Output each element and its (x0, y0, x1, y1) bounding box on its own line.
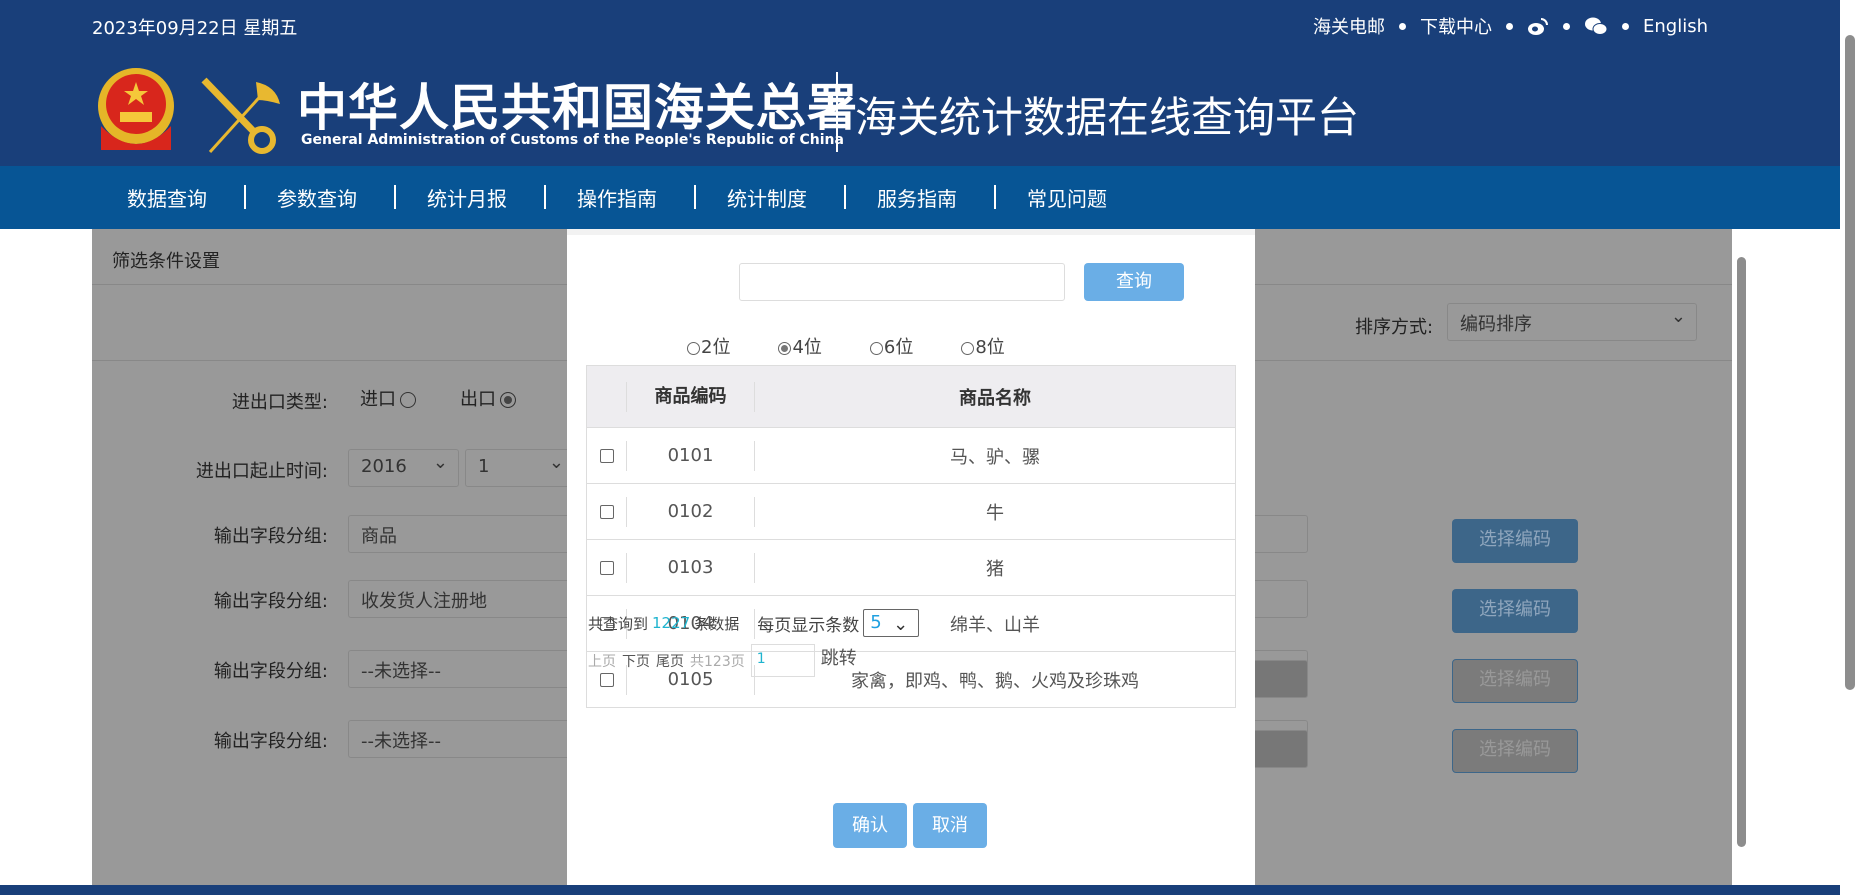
select-code-button-3[interactable]: 选择编码 (1452, 659, 1578, 703)
select-code-button-2[interactable]: 选择编码 (1452, 589, 1578, 633)
pagination: 上页 下页 尾页 共123页 1 跳转 (588, 644, 857, 677)
cancel-button[interactable]: 取消 (913, 803, 987, 848)
sort-label: 排序方式: (1355, 317, 1434, 338)
table-row[interactable]: 0101 马、驴、骡 (587, 427, 1235, 483)
nav-service-guide[interactable]: 服务指南 (877, 183, 1027, 212)
weibo-icon[interactable] (1527, 16, 1549, 36)
group-label: 输出字段分组: (213, 591, 328, 612)
table-row[interactable]: 0102 牛 (587, 483, 1235, 539)
wechat-icon[interactable] (1584, 16, 1608, 36)
separator-dot (1506, 22, 1513, 30)
row-checkbox[interactable] (599, 448, 614, 463)
export-radio[interactable] (500, 392, 516, 408)
per-page-select[interactable]: 5 (863, 609, 920, 638)
customs-key-logo-icon (201, 77, 280, 154)
footer-bar (0, 885, 1840, 895)
trade-type-label: 进出口类型: (231, 392, 328, 413)
jump-button[interactable]: 跳转 (821, 644, 857, 670)
select-code-button-1[interactable]: 选择编码 (1452, 519, 1578, 563)
group-label: 输出字段分组: (213, 526, 328, 547)
sort-select[interactable]: 编码排序 (1447, 303, 1697, 341)
separator-dot (1563, 22, 1570, 30)
row-name: 牛 (986, 502, 1004, 524)
col-name-header: 商品名称 (959, 387, 1031, 409)
digit-option-4[interactable]: 4位 (778, 333, 822, 359)
code-select-dialog: 查询 2位 4位 6位 8位 商品编码 商品名称 0101 马、驴、骡 0102 牛 … (567, 229, 1255, 885)
platform-title: 海关统计数据在线查询平台 (855, 93, 1360, 142)
title-divider (836, 72, 838, 152)
query-button[interactable]: 查询 (1084, 263, 1184, 301)
nav-guide[interactable]: 操作指南 (577, 183, 727, 212)
confirm-button[interactable]: 确认 (833, 803, 907, 848)
code-search-input[interactable] (739, 263, 1065, 301)
customs-email-link[interactable]: 海关电邮 (1313, 13, 1385, 39)
page-number-input[interactable]: 1 (750, 644, 815, 677)
download-center-link[interactable]: 下载中心 (1420, 13, 1492, 39)
english-link[interactable]: English (1643, 16, 1708, 37)
total-pages: 共123页 (690, 653, 745, 670)
result-summary: 共查询到 1227 条数据 每页显示条数 5 (588, 609, 920, 638)
col-code-header: 商品编码 (627, 381, 755, 412)
import-radio[interactable] (400, 392, 416, 408)
row-code: 0103 (627, 552, 755, 583)
org-name-en: General Administration of Customs of the… (301, 132, 844, 148)
row-code: 0102 (627, 496, 755, 527)
row-name: 马、驴、骡 (950, 446, 1040, 468)
national-emblem-icon (98, 68, 174, 150)
page-scrollbar-thumb[interactable] (1845, 35, 1855, 690)
top-links: 海关电邮 下载中心 English (1313, 13, 1708, 39)
row-code: 0101 (627, 440, 755, 471)
separator-dot (1399, 22, 1406, 30)
nav-faq[interactable]: 常见问题 (1027, 183, 1177, 212)
main-nav: 数据查询 参数查询 统计月报 操作指南 统计制度 服务指南 常见问题 (0, 166, 1840, 229)
trade-type-import[interactable]: 进口 (360, 385, 420, 411)
digit-radio-group: 2位 4位 6位 8位 (687, 333, 1005, 359)
separator-dot (1622, 22, 1629, 30)
row-checkbox[interactable] (599, 504, 614, 519)
org-name-cn: 中华人民共和国海关总署 (297, 78, 858, 137)
digit-option-8[interactable]: 8位 (961, 333, 1005, 359)
nav-monthly-report[interactable]: 统计月报 (427, 183, 577, 212)
digit-option-6[interactable]: 6位 (869, 333, 913, 359)
inner-scrollbar-thumb[interactable] (1737, 257, 1746, 847)
prev-page-link[interactable]: 上页 (588, 651, 616, 671)
inner-scrollbar[interactable] (1732, 229, 1750, 885)
time-range-label: 进出口起止时间: (195, 461, 328, 482)
group-label: 输出字段分组: (213, 661, 328, 682)
digit-option-2[interactable]: 2位 (687, 333, 730, 359)
total-count: 1227 (652, 614, 691, 632)
next-page-link[interactable]: 下页 (622, 651, 650, 671)
nav-data-query[interactable]: 数据查询 (127, 183, 277, 212)
nav-param-query[interactable]: 参数查询 (277, 183, 427, 212)
row-name: 猪 (986, 558, 1004, 580)
page-scrollbar[interactable] (1840, 0, 1860, 895)
nav-stat-system[interactable]: 统计制度 (727, 183, 877, 212)
site-header: 2023年09月22日 星期五 海关电邮 下载中心 English 中华人民共和… (0, 0, 1840, 166)
table-row[interactable]: 0103 猪 (587, 539, 1235, 595)
current-date: 2023年09月22日 星期五 (92, 18, 298, 39)
row-checkbox[interactable] (599, 560, 614, 575)
last-page-link[interactable]: 尾页 (656, 651, 684, 671)
sort-value: 编码排序 (1460, 314, 1532, 335)
start-month-select[interactable]: 1 (465, 449, 575, 487)
trade-type-export[interactable]: 出口 (460, 385, 520, 411)
per-page-label: 每页显示条数 (757, 615, 860, 636)
group-label: 输出字段分组: (213, 731, 328, 752)
start-year-select[interactable]: 2016 (348, 449, 459, 487)
select-code-button-4[interactable]: 选择编码 (1452, 729, 1578, 773)
table-header: 商品编码 商品名称 (587, 366, 1235, 427)
